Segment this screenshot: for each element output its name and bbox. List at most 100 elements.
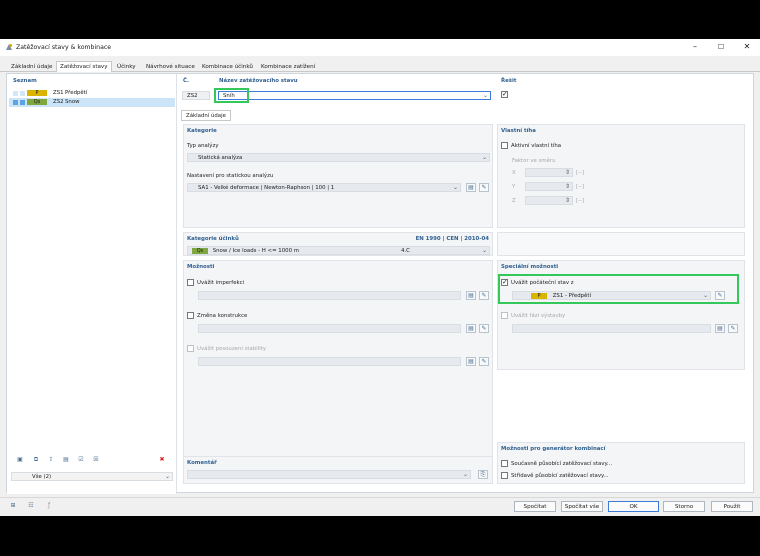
analysis-select[interactable]: Statická analýza ⌄ — [187, 153, 490, 162]
comment-panel: Komentář ⌄ ⎘ — [183, 456, 493, 484]
new-phase-icon[interactable]: ▤ — [715, 324, 725, 333]
effects-norm: EN 1990 | CEN | 2010-04 — [415, 236, 489, 242]
highlight-initial-state — [498, 274, 739, 304]
empty-panel — [497, 232, 745, 256]
comment-icon[interactable]: ⎘ — [478, 470, 488, 479]
tab-ucinky[interactable]: Účinky — [114, 62, 139, 72]
new-structure-icon[interactable]: ▤ — [466, 324, 476, 333]
upload-icon[interactable]: ⇪ — [46, 456, 56, 465]
alternating-link[interactable]: Střídavě působící zatěžovací stavy... — [511, 473, 609, 479]
selfweight-header: Vlastní tíha — [501, 128, 536, 134]
subtab-zakladni-udaje[interactable]: Základní údaje — [181, 110, 231, 121]
window-title: Zatěžovací stavy & kombinace — [16, 44, 112, 51]
settings-label: Nastavení pro statickou analýzu — [187, 173, 274, 179]
load-badge: Qs — [27, 99, 47, 105]
edit-structure-icon[interactable]: ✎ — [479, 324, 489, 333]
structure-change-checkbox[interactable] — [187, 312, 194, 319]
new-imperfection-icon[interactable]: ▤ — [466, 291, 476, 300]
cancel-button[interactable]: Storno — [663, 501, 705, 512]
phase-checkbox[interactable] — [501, 312, 508, 319]
imperfection-checkbox[interactable] — [187, 279, 194, 286]
comment-header: Komentář — [187, 460, 217, 466]
factor-y-input[interactable]: ⇕ — [525, 182, 573, 191]
tab-zatezovaci-stavy[interactable]: Zatěžovací stavy — [56, 61, 112, 72]
new-settings-icon[interactable]: ▤ — [466, 183, 476, 192]
no-label: Č. — [183, 78, 190, 84]
name-input[interactable]: Sníh ⌄ — [218, 91, 491, 100]
name-label: Název zatěžovacího stavu — [219, 78, 298, 84]
imperfection-label: Uvážit imperfekci — [197, 280, 245, 286]
copy-icon[interactable]: ⧉ — [31, 456, 41, 465]
apply-button[interactable]: Použít — [711, 501, 753, 512]
app-icon — [6, 44, 12, 50]
delete-icon[interactable]: ✖ — [157, 456, 167, 465]
calc-all-button[interactable]: Spočítat vše — [561, 501, 603, 512]
stability-checkbox[interactable] — [187, 345, 194, 352]
phase-select[interactable] — [512, 324, 711, 333]
uncheck-icon[interactable]: ☒ — [91, 456, 101, 465]
special-header: Speciální možnosti — [501, 264, 559, 270]
effects-panel: Kategorie účinků EN 1990 | CEN | 2010-04… — [183, 232, 493, 256]
title-bar: Zatěžovací stavy & kombinace – ☐ ✕ — [0, 39, 760, 56]
folder-icon[interactable]: ▤ — [61, 456, 71, 465]
effects-select[interactable]: Qs Snow / Ice loads - H <= 1000 m 4.C ⌄ — [187, 246, 490, 255]
ok-button[interactable]: OK — [608, 501, 659, 512]
new-stability-icon[interactable]: ▤ — [466, 357, 476, 366]
options-panel: Možnosti Uvážit imperfekci ▤ ✎ Změna kon… — [183, 260, 493, 484]
no-field: ZS2 — [182, 91, 210, 100]
list-header: Seznam — [13, 78, 37, 84]
dialog-window: Zatěžovací stavy & kombinace – ☐ ✕ Zákla… — [0, 39, 760, 516]
options-header: Možnosti — [187, 264, 215, 270]
comment-input[interactable]: ⌄ — [187, 470, 471, 479]
stability-label: Uvážit posouzení stability — [197, 346, 267, 352]
minimize-icon[interactable]: – — [690, 42, 700, 52]
alternating-checkbox[interactable] — [501, 472, 508, 479]
main-tabs: Základní údaje Zatěžovací stavy Účinky N… — [0, 61, 760, 72]
list-item[interactable]: P ZS1 Předpětí — [9, 89, 175, 98]
stability-select[interactable] — [198, 357, 461, 366]
structure-change-select[interactable] — [198, 324, 461, 333]
highlight-name-field — [214, 88, 249, 103]
content-area: Seznam P ZS1 Předpětí Qs ZS2 Snow ▣ ⧉ ⇪ … — [6, 73, 754, 494]
simultaneous-checkbox[interactable] — [501, 460, 508, 467]
factor-x-input[interactable]: ⇕ — [525, 168, 573, 177]
list-item[interactable]: Qs ZS2 Snow — [9, 98, 175, 107]
check-all-icon[interactable]: ☑ — [76, 456, 86, 465]
edit-phase-icon[interactable]: ✎ — [728, 324, 738, 333]
solve-label: Řešit — [501, 78, 517, 84]
tab-navrhove-situace[interactable]: Návrhové situace — [143, 62, 198, 72]
tab-zakladni-udaje[interactable]: Základní údaje — [8, 62, 55, 72]
tab-kombinace-zatizeni[interactable]: Kombinace zatížení — [258, 62, 318, 72]
list-panel: Seznam P ZS1 Předpětí Qs ZS2 Snow ▣ ⧉ ⇪ … — [7, 74, 177, 494]
bottom-bar: ⊞ ☷ ƒ Spočítat Spočítat vše OK Storno Po… — [0, 497, 760, 516]
settings-select[interactable]: SA1 - Velké deformace | Newton-Raphson |… — [187, 183, 461, 192]
units-icon[interactable]: ⊞ — [8, 502, 18, 511]
effects-header: Kategorie účinků — [187, 236, 239, 242]
load-badge: P — [27, 90, 47, 96]
factor-label: Faktor ve směru — [512, 158, 556, 164]
category-panel: Kategorie Typ analýzy Statická analýza ⌄ … — [183, 124, 493, 228]
imperfection-select[interactable] — [198, 291, 461, 300]
generator-header: Možnosti pro generátor kombinací — [501, 446, 606, 452]
filter-select[interactable]: Vše (2) ⌄ — [11, 472, 173, 481]
solve-checkbox[interactable] — [501, 90, 508, 98]
close-icon[interactable]: ✕ — [742, 42, 752, 52]
function-icon[interactable]: ƒ — [44, 502, 54, 511]
phase-label: Uvážit fázi výstavby — [511, 313, 566, 319]
selfweight-checkbox[interactable] — [501, 142, 508, 149]
new-icon[interactable]: ▣ — [15, 456, 25, 465]
edit-stability-icon[interactable]: ✎ — [479, 357, 489, 366]
calc-button[interactable]: Spočítat — [514, 501, 556, 512]
selfweight-panel: Vlastní tíha Aktivní vlastní tíha Faktor… — [497, 124, 745, 228]
generator-panel: Možnosti pro generátor kombinací Současn… — [497, 442, 745, 484]
edit-imperfection-icon[interactable]: ✎ — [479, 291, 489, 300]
factor-z-input[interactable]: ⇕ — [525, 196, 573, 205]
analysis-label: Typ analýzy — [187, 143, 219, 149]
selfweight-label: Aktivní vlastní tíha — [511, 143, 562, 149]
structure-change-label: Změna konstrukce — [197, 313, 248, 319]
edit-settings-icon[interactable]: ✎ — [479, 183, 489, 192]
tab-kombinace-ucinku[interactable]: Kombinace účinků — [199, 62, 256, 72]
simultaneous-link[interactable]: Současně působící zatěžovací stavy... — [511, 461, 612, 467]
maximize-icon[interactable]: ☐ — [716, 42, 726, 52]
table-icon[interactable]: ☷ — [26, 502, 36, 511]
